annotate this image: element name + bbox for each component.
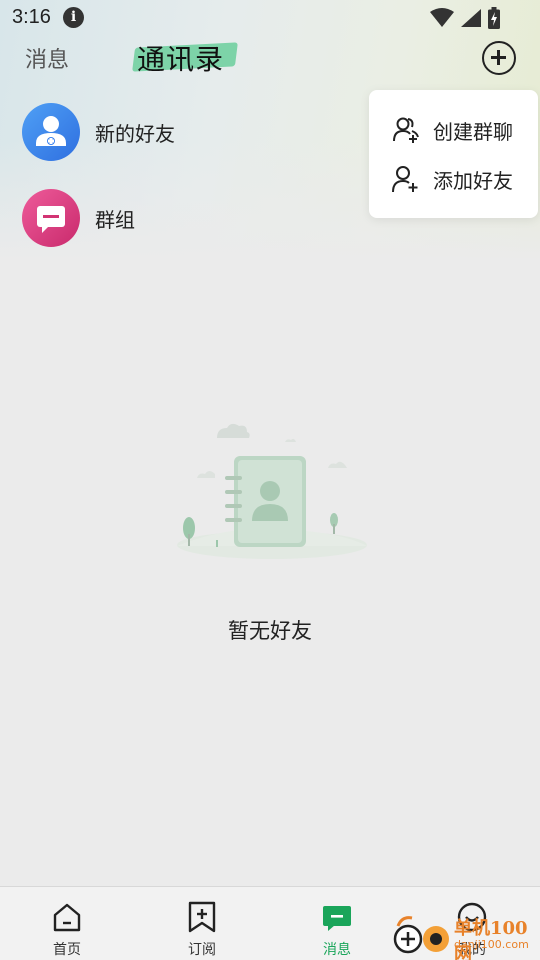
wifi-icon: [430, 8, 454, 27]
header: 消息 通讯录: [0, 36, 540, 86]
group-add-icon: [393, 117, 419, 143]
groups-label: 群组: [95, 207, 135, 232]
new-friends-avatar: [22, 103, 80, 161]
watermark-text: 单机100网: [454, 918, 528, 960]
tab-contacts-label: 通讯录: [137, 43, 225, 76]
list-item-new-friends[interactable]: 新的好友: [22, 102, 342, 162]
home-icon: [53, 903, 81, 932]
chat-bubble-icon: [37, 206, 65, 233]
nav-item-messages[interactable]: 消息: [291, 887, 381, 960]
watermark-logo: [393, 916, 449, 954]
status-time: 3:16: [12, 6, 51, 28]
status-bar: 3:16 i: [0, 0, 540, 36]
message-icon: [323, 906, 351, 931]
signal-icon: [461, 9, 481, 27]
add-friend-label: 添加好友: [433, 168, 513, 193]
list-item-groups[interactable]: 群组: [22, 188, 342, 248]
menu-item-add-friend[interactable]: 添加好友: [391, 161, 513, 197]
add-plus-button[interactable]: [482, 41, 516, 75]
status-icons: [430, 7, 500, 29]
tab-contacts[interactable]: 通讯录: [132, 36, 238, 80]
bookmark-add-icon: [188, 901, 216, 933]
nav-item-subscribe[interactable]: 订阅: [156, 887, 246, 960]
person-add-icon: [392, 166, 418, 193]
nav-label-messages: 消息: [323, 942, 351, 958]
nav-item-home[interactable]: 首页: [21, 887, 111, 960]
watermark: 单机100网 danji100.com: [392, 912, 540, 960]
groups-avatar: [22, 189, 80, 247]
battery-icon: [488, 7, 500, 29]
new-friends-label: 新的好友: [95, 121, 175, 146]
create-group-label: 创建群聊: [433, 119, 513, 144]
info-icon: i: [63, 7, 84, 28]
nav-label-home: 首页: [53, 942, 81, 958]
nav-label-subscribe: 订阅: [188, 942, 216, 958]
menu-item-create-group[interactable]: 创建群聊: [391, 112, 513, 148]
person-add-icon: [36, 116, 66, 146]
add-dropdown-menu: 创建群聊 添加好友: [369, 90, 538, 218]
empty-state-text: 暂无好友: [228, 619, 312, 643]
empty-contacts-illustration: [177, 423, 367, 559]
tab-messages[interactable]: 消息: [25, 42, 69, 74]
watermark-sub: danji100.com: [454, 938, 529, 951]
